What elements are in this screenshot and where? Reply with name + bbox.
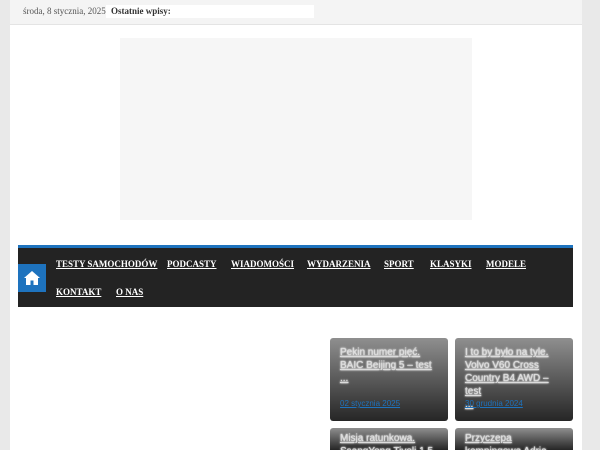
- nav-item-modele[interactable]: MODELE: [486, 259, 526, 269]
- featured-post-date[interactable]: 30 grudnia 2024: [465, 399, 523, 408]
- featured-post-title[interactable]: Pekin numer pięć. BAIC Beijing 5 – test.…: [340, 346, 440, 385]
- page: środa, 8 stycznia, 2025 Ostatnie wpisy: …: [10, 0, 582, 450]
- nav-item-sport[interactable]: SPORT: [384, 259, 414, 269]
- top-bar: środa, 8 stycznia, 2025 Ostatnie wpisy:: [10, 0, 582, 25]
- nav-item-kontakt[interactable]: KONTAKT: [56, 287, 101, 297]
- featured-post-card[interactable]: Misja ratunkowa. SsangYong Tivoli 1.5: [330, 428, 448, 450]
- featured-post-card[interactable]: Pekin numer pięć. BAIC Beijing 5 – test.…: [330, 338, 448, 421]
- nav-item-testy-samochodow[interactable]: TESTY SAMOCHODÓW: [56, 259, 157, 269]
- recent-posts-label: Ostatnie wpisy:: [111, 6, 171, 16]
- featured-post-date[interactable]: 02 stycznia 2025: [340, 399, 400, 408]
- home-icon: [24, 271, 40, 285]
- featured-post-card[interactable]: I to by było na tyle. Volvo V60 Cross Co…: [455, 338, 573, 421]
- nav-item-klasyki[interactable]: KLASYKI: [430, 259, 472, 269]
- current-date: środa, 8 stycznia, 2025: [23, 6, 106, 16]
- advertisement-banner[interactable]: [120, 38, 472, 220]
- main-navigation: TESTY SAMOCHODÓW PODCASTY WIADOMOŚCI WYD…: [18, 245, 573, 307]
- home-button[interactable]: [18, 264, 46, 292]
- featured-post-title[interactable]: Misja ratunkowa. SsangYong Tivoli 1.5: [340, 432, 440, 450]
- featured-post-title[interactable]: Przyczepa kempingowa Adria: [465, 432, 565, 450]
- nav-item-o-nas[interactable]: O NAS: [116, 287, 143, 297]
- nav-item-podcasty[interactable]: PODCASTY: [167, 259, 217, 269]
- nav-item-wiadomosci[interactable]: WIADOMOŚCI: [231, 259, 294, 269]
- featured-post-card[interactable]: Przyczepa kempingowa Adria: [455, 428, 573, 450]
- nav-item-wydarzenia[interactable]: WYDARZENIA: [307, 259, 371, 269]
